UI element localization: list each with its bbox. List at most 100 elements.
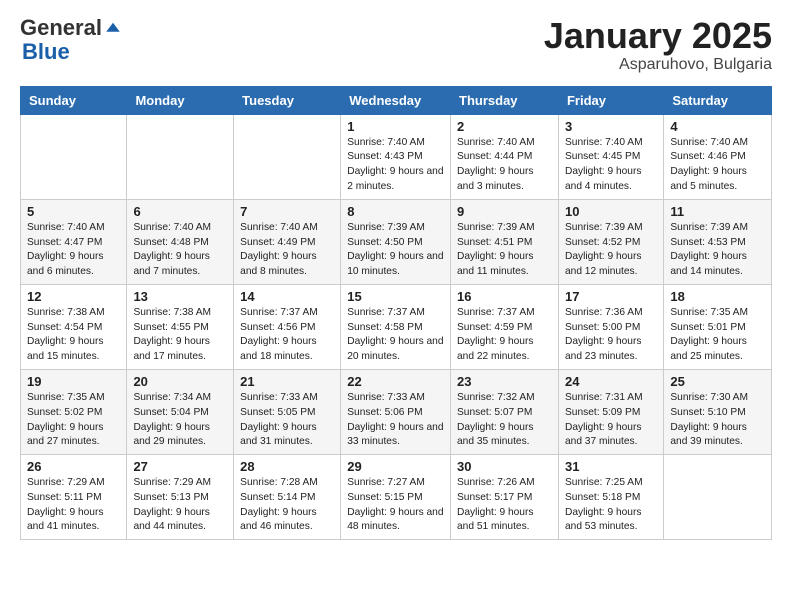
day-number: 22 (347, 374, 444, 389)
table-row: 8Sunrise: 7:39 AM Sunset: 4:50 PM Daylig… (341, 199, 451, 284)
table-row: 16 Sunrise: 7:37 AM Sunset: 4:59 PM Dayli… (451, 284, 559, 369)
day-number: 1 (347, 119, 444, 134)
page-header: General Blue January 2025 Asparuhovo, Bu… (20, 16, 772, 74)
day-info: Sunrise: 7:39 AM Sunset: 4:50 PM Dayligh… (347, 221, 444, 280)
day-number: 26 (27, 459, 120, 474)
table-row: 23 Sunrise: 7:32 AM Sunset: 5:07 PM Dayli… (451, 369, 559, 454)
logo-blue-text: Blue (22, 39, 70, 64)
table-row: 1 Sunrise: 7:40 AM Sunset: 4:43 PM Daylig… (341, 114, 451, 199)
day-info: Sunrise: 7:38 AM Sunset: 4:55 PM Dayligh… (133, 306, 227, 365)
day-info: Sunrise: 7:35 AM Sunset: 5:01 PM Dayligh… (670, 306, 765, 365)
table-row: 10 Sunrise: 7:39 AM Sunset: 4:52 PM Dayli… (558, 199, 663, 284)
table-row: 4 Sunrise: 7:40 AM Sunset: 4:46 PM Daylig… (664, 114, 772, 199)
table-row: 29Sunrise: 7:27 AM Sunset: 5:15 PM Dayli… (341, 455, 451, 540)
day-info: Sunrise: 7:32 AM Sunset: 5:07 PM Dayligh… (457, 391, 552, 450)
day-number: 13 (133, 289, 227, 304)
day-number: 5 (27, 204, 120, 219)
day-number: 16 (457, 289, 552, 304)
table-row: 11 Sunrise: 7:39 AM Sunset: 4:53 PM Dayli… (664, 199, 772, 284)
title-block: January 2025 Asparuhovo, Bulgaria (544, 16, 772, 74)
day-info: Sunrise: 7:39 AM Sunset: 4:52 PM Dayligh… (565, 221, 657, 280)
day-info: Sunrise: 7:38 AM Sunset: 4:54 PM Dayligh… (27, 306, 120, 365)
day-info: Sunrise: 7:40 AM Sunset: 4:44 PM Dayligh… (457, 136, 552, 195)
table-row: 20 Sunrise: 7:34 AM Sunset: 5:04 PM Dayli… (127, 369, 234, 454)
table-row: 22 Sunrise: 7:33 AM Sunset: 5:06 PM Dayli… (341, 369, 451, 454)
table-row: 28Sunrise: 7:28 AM Sunset: 5:14 PM Dayli… (234, 455, 341, 540)
day-info: Sunrise: 7:36 AM Sunset: 5:00 PM Dayligh… (565, 306, 657, 365)
day-number: 7 (240, 204, 334, 219)
day-info: Sunrise: 7:40 AM Sunset: 4:49 PM Dayligh… (240, 221, 334, 280)
day-info: Sunrise: 7:35 AM Sunset: 5:02 PM Dayligh… (27, 391, 120, 450)
day-number: 21 (240, 374, 334, 389)
day-info: Sunrise: 7:40 AM Sunset: 4:48 PM Dayligh… (133, 221, 227, 280)
day-info: Sunrise: 7:27 AM Sunset: 5:15 PM Dayligh… (347, 476, 444, 535)
day-info: Sunrise: 7:33 AM Sunset: 5:05 PM Dayligh… (240, 391, 334, 450)
day-number: 15 (347, 289, 444, 304)
table-row: 2Sunrise: 7:40 AM Sunset: 4:44 PM Daylig… (451, 114, 559, 199)
day-number: 6 (133, 204, 227, 219)
table-row: 30Sunrise: 7:26 AM Sunset: 5:17 PM Dayli… (451, 455, 559, 540)
location: Asparuhovo, Bulgaria (544, 56, 772, 74)
table-row: 25 Sunrise: 7:30 AM Sunset: 5:10 PM Dayli… (664, 369, 772, 454)
header-friday: Friday (558, 86, 663, 114)
day-number: 25 (670, 374, 765, 389)
table-row (127, 114, 234, 199)
day-info: Sunrise: 7:31 AM Sunset: 5:09 PM Dayligh… (565, 391, 657, 450)
day-number: 14 (240, 289, 334, 304)
day-info: Sunrise: 7:29 AM Sunset: 5:13 PM Dayligh… (133, 476, 227, 535)
day-info: Sunrise: 7:30 AM Sunset: 5:10 PM Dayligh… (670, 391, 765, 450)
day-info: Sunrise: 7:29 AM Sunset: 5:11 PM Dayligh… (27, 476, 120, 535)
day-info: Sunrise: 7:37 AM Sunset: 4:59 PM Dayligh… (457, 306, 552, 365)
day-info: Sunrise: 7:39 AM Sunset: 4:51 PM Dayligh… (457, 221, 552, 280)
day-info: Sunrise: 7:39 AM Sunset: 4:53 PM Dayligh… (670, 221, 765, 280)
day-number: 20 (133, 374, 227, 389)
calendar-week-row: 12 Sunrise: 7:38 AM Sunset: 4:54 PM Dayli… (21, 284, 772, 369)
table-row: 13 Sunrise: 7:38 AM Sunset: 4:55 PM Dayli… (127, 284, 234, 369)
table-row: 15 Sunrise: 7:37 AM Sunset: 4:58 PM Dayli… (341, 284, 451, 369)
day-number: 18 (670, 289, 765, 304)
calendar-week-row: 26 Sunrise: 7:29 AM Sunset: 5:11 PM Dayli… (21, 455, 772, 540)
table-row: 19 Sunrise: 7:35 AM Sunset: 5:02 PM Dayli… (21, 369, 127, 454)
day-info: Sunrise: 7:26 AM Sunset: 5:17 PM Dayligh… (457, 476, 552, 535)
day-info: Sunrise: 7:37 AM Sunset: 4:58 PM Dayligh… (347, 306, 444, 365)
table-row: 21 Sunrise: 7:33 AM Sunset: 5:05 PM Dayli… (234, 369, 341, 454)
day-info: Sunrise: 7:40 AM Sunset: 4:46 PM Dayligh… (670, 136, 765, 195)
day-number: 19 (27, 374, 120, 389)
table-row: 24 Sunrise: 7:31 AM Sunset: 5:09 PM Dayli… (558, 369, 663, 454)
calendar-week-row: 1 Sunrise: 7:40 AM Sunset: 4:43 PM Daylig… (21, 114, 772, 199)
table-row (234, 114, 341, 199)
table-row: 6 Sunrise: 7:40 AM Sunset: 4:48 PM Daylig… (127, 199, 234, 284)
table-row: 7 Sunrise: 7:40 AM Sunset: 4:49 PM Daylig… (234, 199, 341, 284)
day-number: 12 (27, 289, 120, 304)
table-row: 26 Sunrise: 7:29 AM Sunset: 5:11 PM Dayli… (21, 455, 127, 540)
day-number: 27 (133, 459, 227, 474)
day-info: Sunrise: 7:40 AM Sunset: 4:45 PM Dayligh… (565, 136, 657, 195)
calendar-week-row: 19 Sunrise: 7:35 AM Sunset: 5:02 PM Dayli… (21, 369, 772, 454)
header-thursday: Thursday (451, 86, 559, 114)
day-number: 23 (457, 374, 552, 389)
logo: General Blue (20, 16, 122, 64)
table-row: 17Sunrise: 7:36 AM Sunset: 5:00 PM Dayli… (558, 284, 663, 369)
day-number: 10 (565, 204, 657, 219)
logo-general: General (20, 15, 102, 40)
table-row: 14Sunrise: 7:37 AM Sunset: 4:56 PM Dayli… (234, 284, 341, 369)
table-row: 5Sunrise: 7:40 AM Sunset: 4:47 PM Daylig… (21, 199, 127, 284)
header-monday: Monday (127, 86, 234, 114)
logo-icon (104, 19, 122, 37)
day-info: Sunrise: 7:40 AM Sunset: 4:43 PM Dayligh… (347, 136, 444, 195)
day-number: 31 (565, 459, 657, 474)
day-info: Sunrise: 7:34 AM Sunset: 5:04 PM Dayligh… (133, 391, 227, 450)
calendar-header-row: Sunday Monday Tuesday Wednesday Thursday… (21, 86, 772, 114)
day-number: 4 (670, 119, 765, 134)
table-row: 18 Sunrise: 7:35 AM Sunset: 5:01 PM Dayli… (664, 284, 772, 369)
header-sunday: Sunday (21, 86, 127, 114)
logo-text: General (20, 16, 102, 40)
day-number: 24 (565, 374, 657, 389)
day-number: 11 (670, 204, 765, 219)
table-row (21, 114, 127, 199)
day-info: Sunrise: 7:33 AM Sunset: 5:06 PM Dayligh… (347, 391, 444, 450)
day-number: 3 (565, 119, 657, 134)
month-title: January 2025 (544, 16, 772, 56)
header-wednesday: Wednesday (341, 86, 451, 114)
table-row: 3 Sunrise: 7:40 AM Sunset: 4:45 PM Daylig… (558, 114, 663, 199)
